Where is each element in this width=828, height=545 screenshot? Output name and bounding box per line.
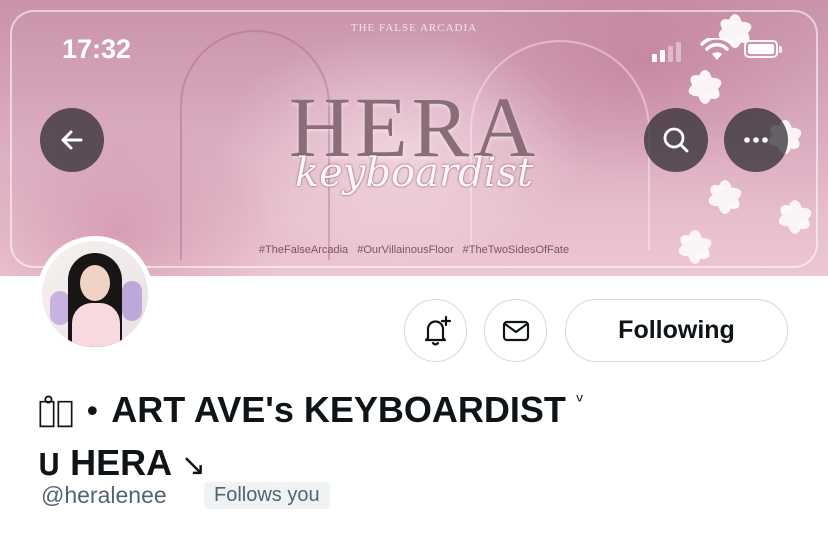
avatar-image (42, 241, 148, 347)
banner-subtitle: keyboardist (294, 150, 534, 196)
name-suffix-decoration: ᵛ (575, 389, 585, 413)
name-line2-main: HERA (70, 442, 171, 483)
flower-decor (776, 200, 814, 234)
message-button[interactable] (484, 299, 547, 362)
search-button[interactable] (644, 108, 708, 172)
display-name: ဏ̊ၢ • ART AVE's KEYBOARDIST ᵛ 𝐔 HERA ↘ (38, 376, 738, 491)
more-horizontal-icon (744, 137, 768, 143)
status-icons (652, 38, 782, 62)
arrow-left-icon (61, 130, 83, 150)
avatar[interactable] (37, 236, 153, 352)
follows-you-badge: Follows you (204, 482, 330, 509)
more-button[interactable] (724, 108, 788, 172)
envelope-icon (502, 320, 529, 341)
name-line2-prefix: 𝐔 (38, 448, 61, 483)
status-time: 17:32 (62, 34, 132, 64)
notifications-button[interactable] (404, 299, 467, 362)
banner-top-label: THE FALSE ARCADIA (350, 22, 478, 34)
bell-plus-icon (424, 315, 451, 345)
user-handle: @heralenee (41, 482, 167, 508)
back-button[interactable] (40, 108, 104, 172)
battery-cap (779, 46, 782, 53)
name-main: ART AVE's KEYBOARDIST (111, 389, 566, 430)
name-line2-suffix: ↘ (180, 448, 206, 483)
following-button[interactable]: Following (565, 299, 788, 362)
battery-icon (744, 40, 778, 58)
display-name-line-1: ဏ̊ၢ • ART AVE's KEYBOARDIST ᵛ (38, 376, 738, 438)
name-prefix-decoration: ဏ̊ၢ • (38, 395, 102, 430)
wifi-icon (700, 38, 734, 60)
search-icon (663, 127, 689, 153)
